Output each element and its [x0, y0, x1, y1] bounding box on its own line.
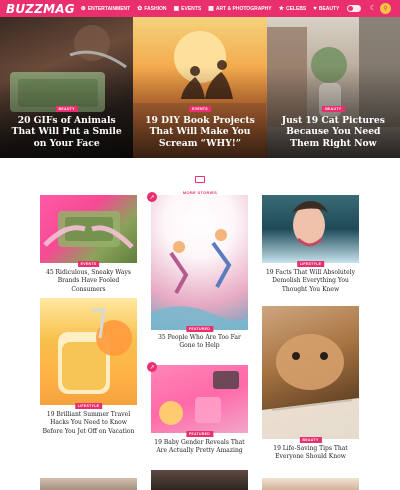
nav-item-label: Art & Photography — [215, 5, 272, 12]
monitor-icon — [195, 176, 205, 183]
hero-title[interactable]: Just 19 Cat Pictures Because You Need Th… — [273, 115, 394, 149]
category-badge[interactable]: BEAUTY — [299, 437, 322, 443]
hero-card[interactable]: BEAUTY 20 GIFs of Animals That Will Put … — [0, 17, 134, 158]
nav-item-fashion[interactable]: ✿ Fashion — [137, 6, 166, 12]
portrait-illustration — [292, 201, 328, 247]
story-title[interactable]: 45 Ridiculous, Sneaky Ways Brands Have F… — [40, 269, 137, 294]
trending-badge[interactable]: ↗ — [147, 192, 157, 202]
search-icon: ⚲ — [383, 6, 388, 12]
calendar-icon: ▣ — [173, 5, 180, 12]
camera-icon: ✿ — [137, 5, 143, 12]
category-badge[interactable]: EVENTS — [189, 106, 211, 112]
globe-icon: ⊕ — [80, 5, 86, 12]
hero-card[interactable]: EVENTS 19 DIY Book Projects That Will Ma… — [133, 17, 267, 158]
nav-item-entertainment[interactable]: ⊕ Entertainment — [81, 6, 130, 12]
hero-section: BEAUTY 20 GIFs of Animals That Will Put … — [0, 17, 400, 158]
story-title[interactable]: 35 People Who Are Too Far Gone to Help — [151, 334, 248, 351]
nav-item-events[interactable]: ▣ Events — [173, 6, 201, 12]
star-icon: ★ — [278, 5, 284, 12]
story-card[interactable] — [262, 478, 359, 490]
story-card[interactable]: BEAUTY 19 Life-Saving Tips That Everyone… — [262, 306, 359, 466]
story-image[interactable] — [262, 306, 359, 439]
story-card[interactable] — [40, 478, 137, 490]
category-badge[interactable]: LIFESTYLE — [74, 403, 103, 409]
story-card[interactable]: LIFESTYLE 19 Facts That Will Absolutely … — [262, 195, 359, 302]
site-logo[interactable]: BUZZMAG — [6, 2, 75, 16]
story-image[interactable] — [40, 478, 137, 490]
heart-icon: ♥ — [313, 5, 317, 12]
story-title[interactable]: 19 Brilliant Summer Travel Hacks You Nee… — [40, 411, 137, 436]
story-image[interactable] — [262, 195, 359, 263]
story-image[interactable] — [40, 195, 137, 263]
category-badge[interactable]: EVENTS — [77, 261, 100, 267]
moon-icon: ☾ — [370, 5, 377, 12]
story-image[interactable] — [40, 298, 137, 405]
money-illustration — [43, 211, 134, 249]
story-image[interactable] — [151, 365, 248, 433]
trending-badge[interactable]: ↗ — [147, 362, 157, 372]
story-card[interactable] — [151, 470, 248, 490]
trending-icon: ↗ — [149, 194, 155, 201]
category-badge[interactable]: BEAUTY — [322, 106, 345, 112]
cat-book-illustration — [262, 334, 359, 439]
story-card[interactable]: ↗ FEATURED 19 Baby Gender Reveals That A… — [147, 362, 248, 465]
drink-illustration — [58, 308, 132, 394]
more-stories-heading: MORE STORIES — [0, 170, 400, 198]
hero-title[interactable]: 20 GIFs of Animals That Will Put a Smile… — [6, 115, 127, 149]
nav-item-beauty[interactable]: ♥ Beauty — [313, 6, 339, 12]
story-image[interactable] — [262, 478, 359, 490]
story-card[interactable]: LIFESTYLE 19 Brilliant Summer Travel Hac… — [40, 298, 137, 470]
story-title[interactable]: 19 Facts That Will Absolutely Demolish E… — [262, 269, 359, 294]
hero-title[interactable]: 19 DIY Book Projects That Will Make You … — [139, 115, 260, 149]
jumping-people-illustration — [151, 229, 248, 330]
category-badge[interactable]: FEATURED — [185, 326, 214, 332]
site-header: BUZZMAG ⊕ Entertainment ✿ Fashion ▣ Even… — [0, 0, 400, 17]
flatlay-illustration — [159, 371, 239, 425]
story-image[interactable] — [151, 195, 248, 330]
nav-item-art-photography[interactable]: ▦ Art & Photography — [208, 6, 271, 12]
story-card[interactable]: EVENTS 45 Ridiculous, Sneaky Ways Brands… — [40, 195, 137, 293]
story-title[interactable]: 19 Baby Gender Reveals That Are Actually… — [151, 439, 248, 456]
main-nav: ⊕ Entertainment ✿ Fashion ▣ Events ▦ Art… — [81, 6, 340, 12]
trending-icon: ↗ — [149, 364, 155, 371]
nav-item-label: Celebs — [285, 5, 307, 12]
nav-item-label: Beauty — [318, 5, 340, 12]
image-icon: ▦ — [208, 5, 214, 12]
story-image[interactable] — [151, 470, 248, 490]
toggle-knob — [348, 6, 353, 11]
category-badge[interactable]: BEAUTY — [55, 106, 78, 112]
nav-item-celebs[interactable]: ★ Celebs — [279, 6, 307, 12]
nav-item-label: Fashion — [144, 5, 167, 12]
dark-mode-toggle[interactable] — [347, 5, 361, 12]
nav-item-label: Events — [181, 5, 202, 12]
category-badge[interactable]: LIFESTYLE — [296, 261, 325, 267]
story-title[interactable]: 19 Life-Saving Tips That Everyone Should… — [262, 445, 359, 462]
story-card[interactable]: ↗ FEATURED 35 People Who Are Too Far Gon… — [147, 192, 248, 359]
nav-item-label: Entertainment — [87, 5, 131, 12]
hero-card[interactable]: BEAUTY Just 19 Cat Pictures Because You … — [266, 17, 400, 158]
category-badge[interactable]: FEATURED — [185, 431, 214, 437]
search-button[interactable]: ⚲ — [380, 3, 391, 14]
